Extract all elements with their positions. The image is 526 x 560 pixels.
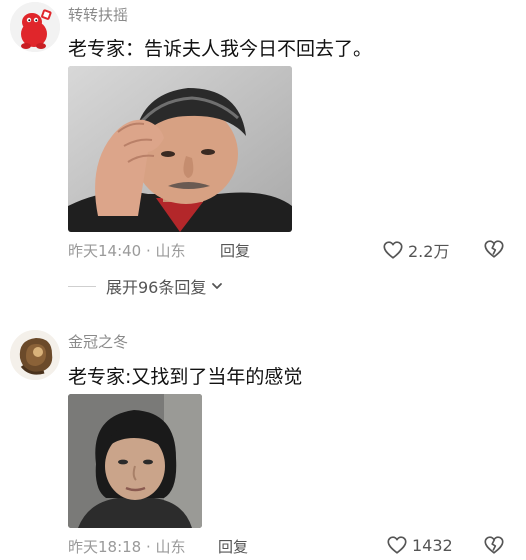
username[interactable]: 转转扶摇 (68, 4, 128, 25)
divider-line (68, 285, 96, 287)
comment-text: 老专家：告诉夫人我今日不回去了。 (68, 38, 373, 60)
comment-text: 老专家:又找到了当年的感觉 (68, 366, 303, 388)
avatar[interactable] (10, 330, 60, 380)
like-button[interactable]: 1432 (386, 534, 453, 556)
dislike-button[interactable] (483, 238, 505, 260)
heart-outline-icon (383, 241, 403, 259)
comment-item: 转转扶摇 老专家：告诉夫人我今日不回去了。 昨天14:40 · 山东 回复 2.… (0, 0, 526, 310)
avatar-image (10, 2, 60, 52)
photo-man-hand-on-head (68, 66, 292, 232)
broken-heart-icon (484, 240, 504, 258)
chevron-down-icon (212, 283, 223, 289)
expand-replies-label: 展开96条回复 (106, 278, 207, 297)
comment-item: 金冠之冬 老专家:又找到了当年的感觉 昨天18:18 · 山东 回复 1432 (0, 326, 526, 556)
username[interactable]: 金冠之冬 (68, 331, 128, 352)
comment-time-location: 昨天18:18 · 山东 (68, 538, 186, 556)
like-count: 2.2万 (408, 242, 450, 261)
comment-image[interactable] (68, 66, 292, 232)
like-button[interactable]: 2.2万 (382, 238, 449, 262)
avatar[interactable] (10, 2, 60, 52)
comment-image[interactable] (68, 394, 202, 528)
heart-outline-icon (387, 536, 407, 554)
photo-young-person (68, 394, 202, 528)
reply-button[interactable]: 回复 (218, 536, 248, 557)
dislike-button[interactable] (483, 534, 505, 556)
expand-replies-button[interactable]: 展开96条回复 (68, 274, 224, 298)
avatar-image (10, 330, 60, 380)
like-count: 1432 (412, 535, 453, 555)
broken-heart-icon (484, 536, 504, 554)
reply-button[interactable]: 回复 (220, 240, 250, 261)
comment-time-location: 昨天14:40 · 山东 (68, 242, 186, 260)
